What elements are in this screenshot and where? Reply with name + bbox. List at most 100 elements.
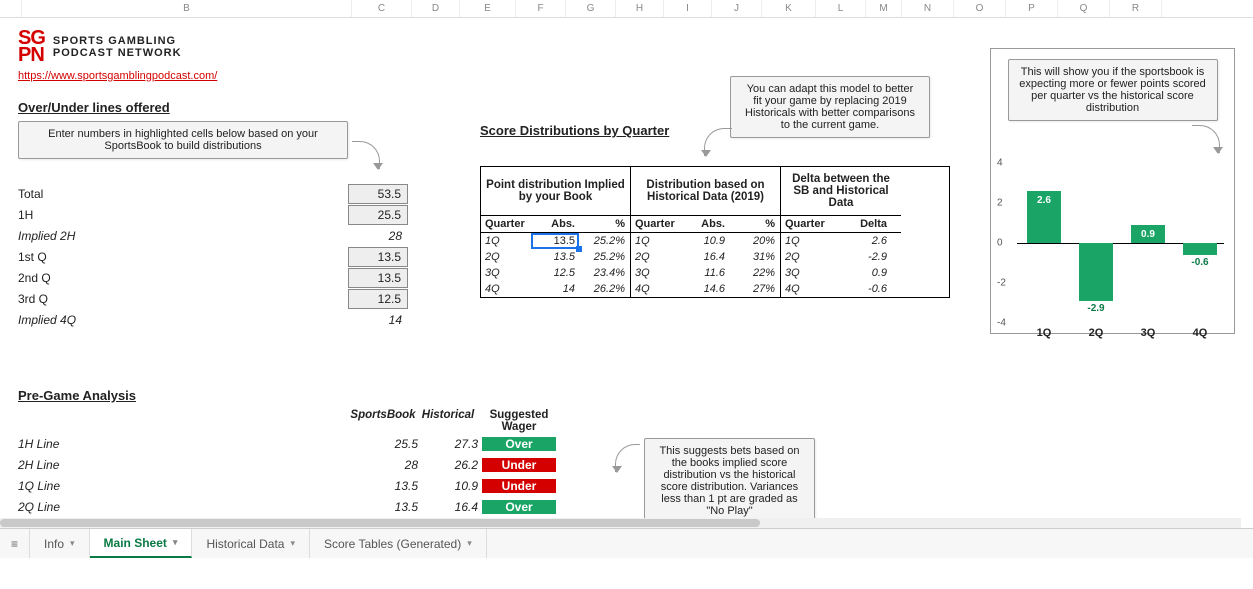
dist-cell[interactable]: 14 <box>531 281 579 297</box>
pga-hist-value: 27.3 <box>418 437 478 451</box>
brand-text: SPORTS GAMBLING PODCAST NETWORK <box>53 35 182 59</box>
dist-row: 1Q10.920% <box>631 233 780 249</box>
dist-cell[interactable]: 25.2% <box>579 249 629 265</box>
dist-cell[interactable]: 27% <box>729 281 779 297</box>
sheet-tab[interactable]: Main Sheet▾ <box>90 529 193 558</box>
col-C[interactable]: C <box>352 0 412 17</box>
ou-input-cell[interactable]: 13.5 <box>348 247 408 267</box>
chevron-down-icon[interactable]: ▾ <box>173 537 178 548</box>
dist-cell[interactable]: 13.5 <box>531 233 579 249</box>
dist-callout: You can adapt this model to better fit y… <box>730 76 930 138</box>
dist-cell[interactable]: 13.5 <box>531 249 579 265</box>
chart-ytick: 4 <box>997 158 1003 169</box>
col-H[interactable]: H <box>616 0 664 17</box>
dist-cell[interactable]: 3Q <box>481 265 531 281</box>
dist-cell[interactable]: 2Q <box>481 249 531 265</box>
dist-row: 3Q12.523.4% <box>481 265 630 281</box>
dist-cell[interactable]: 4Q <box>481 281 531 297</box>
dist-cell[interactable]: 14.6 <box>681 281 729 297</box>
col-D[interactable]: D <box>412 0 460 17</box>
chevron-down-icon[interactable]: ▾ <box>70 538 75 549</box>
ou-label: Implied 2H <box>18 227 178 245</box>
sheet-tab[interactable]: Historical Data▾ <box>192 529 310 558</box>
chart-ytick: 0 <box>997 238 1003 249</box>
dist-cell[interactable]: -2.9 <box>831 249 891 265</box>
pga-sb-value: 28 <box>348 458 418 472</box>
chart-ytick: 2 <box>997 198 1003 209</box>
pga-sb-value: 13.5 <box>348 479 418 493</box>
chart-x-label: 4Q <box>1183 327 1217 339</box>
col-R[interactable]: R <box>1110 0 1162 17</box>
col-O[interactable]: O <box>954 0 1006 17</box>
col-G[interactable]: G <box>566 0 616 17</box>
ou-input-cell[interactable]: 53.5 <box>348 184 408 204</box>
ou-input-cell[interactable]: 25.5 <box>348 205 408 225</box>
col-gutter <box>0 0 22 17</box>
dist-cell[interactable]: 2.6 <box>831 233 891 249</box>
chevron-down-icon[interactable]: ▾ <box>290 538 295 549</box>
dist-cell[interactable]: 16.4 <box>681 249 729 265</box>
dist-cell[interactable]: 12.5 <box>531 265 579 281</box>
dist-cell[interactable]: 2Q <box>631 249 681 265</box>
horizontal-scrollbar[interactable] <box>0 518 1241 528</box>
sheet-tab-bar: ≡ Info▾Main Sheet▾Historical Data▾Score … <box>0 528 1253 558</box>
ou-input-cell[interactable]: 12.5 <box>348 289 408 309</box>
spreadsheet-body[interactable]: SG PN SPORTS GAMBLING PODCAST NETWORK ht… <box>0 18 1253 558</box>
dist-row: 2Q16.431% <box>631 249 780 265</box>
dist-cell[interactable]: 3Q <box>631 265 681 281</box>
dist-cell[interactable]: 31% <box>729 249 779 265</box>
col-I[interactable]: I <box>664 0 712 17</box>
brand-url-link[interactable]: https://www.sportsgamblingpodcast.com/ <box>18 70 217 82</box>
chevron-down-icon[interactable]: ▾ <box>467 538 472 549</box>
dist-cell[interactable]: 1Q <box>481 233 531 249</box>
sw-callout: This suggests bets based on the books im… <box>644 438 815 524</box>
dist-cell[interactable]: 2Q <box>781 249 831 265</box>
ou-label: Implied 4Q <box>18 311 178 329</box>
dist-cell[interactable]: 0.9 <box>831 265 891 281</box>
dist-cell[interactable]: 10.9 <box>681 233 729 249</box>
col-N[interactable]: N <box>902 0 954 17</box>
chart-callout: This will show you if the sportsbook is … <box>1008 59 1218 121</box>
chart-bar-label: 0.9 <box>1131 229 1165 240</box>
dist-cell[interactable]: 1Q <box>631 233 681 249</box>
col-Q[interactable]: Q <box>1058 0 1110 17</box>
dist-cell[interactable]: 4Q <box>781 281 831 297</box>
dist-row: 3Q11.622% <box>631 265 780 281</box>
dist-cell[interactable]: 23.4% <box>579 265 629 281</box>
pga-label: 1Q Line <box>18 479 348 493</box>
dist-cell[interactable]: 3Q <box>781 265 831 281</box>
all-sheets-menu-icon[interactable]: ≡ <box>0 529 30 558</box>
pga-label: 1H Line <box>18 437 348 451</box>
col-K[interactable]: K <box>762 0 816 17</box>
pga-suggested-wager: Under <box>482 458 556 472</box>
callout-arrow-icon <box>1192 125 1220 153</box>
dist-sub-pct2: % <box>729 216 779 232</box>
dist-head-book: Point distribution Implied by your Book <box>481 167 630 215</box>
col-B[interactable]: B <box>22 0 352 17</box>
col-M[interactable]: M <box>866 0 902 17</box>
col-L[interactable]: L <box>816 0 866 17</box>
dist-cell[interactable]: 1Q <box>781 233 831 249</box>
col-J[interactable]: J <box>712 0 762 17</box>
dist-cell[interactable]: 11.6 <box>681 265 729 281</box>
dist-cell[interactable]: 22% <box>729 265 779 281</box>
col-P[interactable]: P <box>1006 0 1058 17</box>
col-E[interactable]: E <box>460 0 516 17</box>
dist-row: 4Q14.627% <box>631 281 780 297</box>
dist-sub-abs2: Abs. <box>681 216 729 232</box>
ou-input-cell[interactable]: 13.5 <box>348 268 408 288</box>
col-F[interactable]: F <box>516 0 566 17</box>
dist-cell[interactable]: 4Q <box>631 281 681 297</box>
pga-hist-value: 26.2 <box>418 458 478 472</box>
sheet-tab[interactable]: Score Tables (Generated)▾ <box>310 529 487 558</box>
dist-row: 4Q1426.2% <box>481 281 630 297</box>
sheet-tab[interactable]: Info▾ <box>30 529 90 558</box>
ou-label: 3rd Q <box>18 290 178 308</box>
dist-row: 1Q13.525.2% <box>481 233 630 249</box>
dist-head-delta: Delta between the SB and Historical Data <box>781 167 901 215</box>
scrollbar-thumb[interactable] <box>0 519 760 527</box>
dist-cell[interactable]: 25.2% <box>579 233 629 249</box>
dist-cell[interactable]: -0.6 <box>831 281 891 297</box>
dist-cell[interactable]: 26.2% <box>579 281 629 297</box>
dist-cell[interactable]: 20% <box>729 233 779 249</box>
